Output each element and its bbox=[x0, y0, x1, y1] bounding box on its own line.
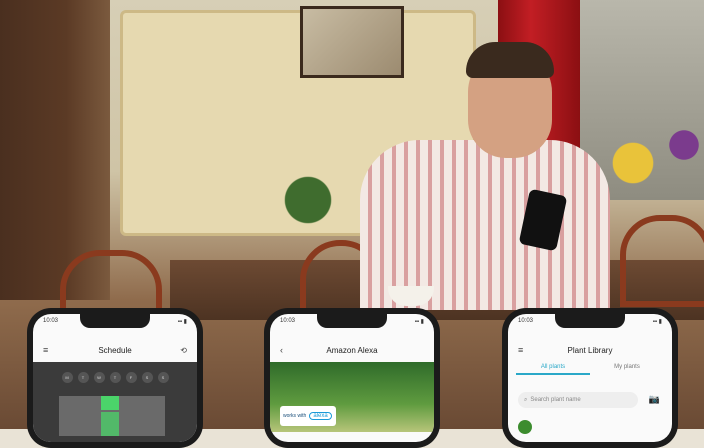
schedule-body: M T W T F S S bbox=[33, 362, 197, 442]
status-time: 10:03 bbox=[518, 318, 534, 324]
menu-icon[interactable]: ≡ bbox=[518, 345, 523, 355]
wall-picture bbox=[300, 6, 404, 78]
search-input[interactable]: ⌕ Search plant name bbox=[518, 392, 638, 408]
schedule-block[interactable] bbox=[101, 412, 119, 436]
day-button[interactable]: S bbox=[157, 372, 169, 383]
day-selector: M T W T F S S bbox=[33, 372, 197, 383]
plant-left bbox=[268, 160, 348, 240]
plant-thumbnail bbox=[518, 420, 532, 434]
works-with-alexa-badge: works with alexa bbox=[280, 406, 336, 426]
day-button[interactable]: W bbox=[93, 372, 105, 383]
list-item[interactable] bbox=[518, 420, 532, 434]
phone-plant-library: 10:03 ▪▪ ▮ ≡ Plant Library All plants My… bbox=[502, 308, 678, 448]
app-titlebar: ‹ Amazon Alexa bbox=[270, 342, 434, 358]
camera-icon[interactable]: 📷 bbox=[649, 394, 660, 405]
app-titlebar: ≡ Plant Library bbox=[508, 342, 672, 358]
page-title: Schedule bbox=[98, 345, 132, 355]
tab-my-plants[interactable]: My plants bbox=[590, 364, 664, 375]
signal-battery-icon: ▪▪ ▮ bbox=[414, 319, 424, 325]
schedule-grid[interactable] bbox=[59, 396, 165, 436]
status-bar: 10:03 ▪▪ ▮ bbox=[518, 318, 662, 325]
phone-alexa: 10:03 ▪▪ ▮ ‹ Amazon Alexa works with ale… bbox=[264, 308, 440, 448]
refresh-icon[interactable]: ⟲ bbox=[180, 346, 187, 355]
day-button[interactable]: T bbox=[77, 372, 89, 383]
back-icon[interactable]: ‹ bbox=[280, 345, 283, 355]
person-hair bbox=[466, 42, 554, 78]
search-icon: ⌕ bbox=[524, 396, 528, 403]
day-button[interactable]: F bbox=[125, 372, 137, 383]
app-titlebar: ≡ Schedule ⟲ bbox=[33, 342, 197, 358]
search-placeholder: Search plant name bbox=[530, 397, 581, 403]
day-button[interactable]: M bbox=[61, 372, 73, 383]
menu-icon[interactable]: ≡ bbox=[43, 345, 48, 355]
signal-battery-icon: ▪▪ ▮ bbox=[177, 319, 187, 325]
day-button[interactable]: S bbox=[141, 372, 153, 383]
alexa-logo: alexa bbox=[309, 412, 332, 420]
chair bbox=[620, 215, 704, 307]
page-title: Amazon Alexa bbox=[326, 345, 378, 355]
plant-tabs: All plants My plants bbox=[516, 364, 664, 375]
person-body bbox=[360, 140, 610, 310]
status-bar: 10:03 ▪▪ ▮ bbox=[43, 318, 187, 325]
signal-battery-icon: ▪▪ ▮ bbox=[652, 319, 662, 325]
tab-all-plants[interactable]: All plants bbox=[516, 364, 590, 375]
works-with-text: works with bbox=[283, 413, 307, 419]
page-title: Plant Library bbox=[567, 345, 613, 355]
schedule-block[interactable] bbox=[101, 396, 119, 410]
phone-screen: 10:03 ▪▪ ▮ ‹ Amazon Alexa works with ale… bbox=[270, 314, 434, 442]
purple-flowers bbox=[664, 120, 704, 170]
status-bar: 10:03 ▪▪ ▮ bbox=[280, 318, 424, 325]
phone-screen: 10:03 ▪▪ ▮ ≡ Schedule ⟲ M T W T F S S bbox=[33, 314, 197, 442]
phone-schedule: 10:03 ▪▪ ▮ ≡ Schedule ⟲ M T W T F S S bbox=[27, 308, 203, 448]
day-button[interactable]: T bbox=[109, 372, 121, 383]
yellow-flowers bbox=[598, 128, 668, 198]
status-time: 10:03 bbox=[280, 318, 296, 324]
phone-screen: 10:03 ▪▪ ▮ ≡ Plant Library All plants My… bbox=[508, 314, 672, 442]
status-time: 10:03 bbox=[43, 318, 59, 324]
